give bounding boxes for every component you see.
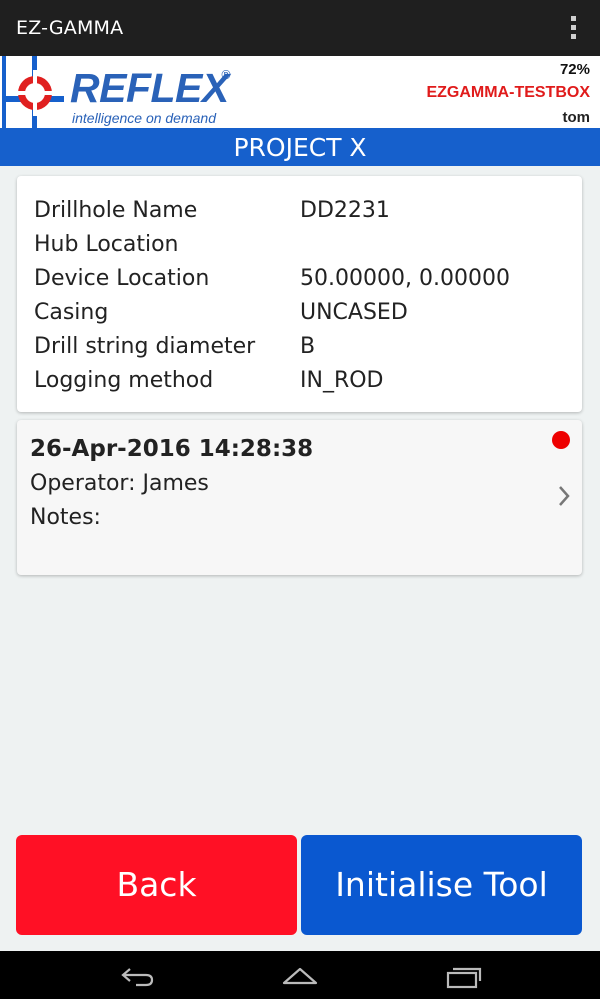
brand-header: REFLEX ® intelligence on demand 72% EZGA…	[0, 56, 600, 128]
detail-label: Hub Location	[34, 232, 179, 257]
session-operator: Operator: James	[30, 471, 209, 496]
system-nav-bar	[0, 951, 600, 999]
nav-back-icon[interactable]	[118, 963, 158, 989]
battery-level: 72%	[559, 61, 590, 78]
detail-label: Drillhole Name	[34, 198, 198, 223]
detail-value: 50.00000, 0.00000	[300, 266, 510, 291]
detail-label: Device Location	[34, 266, 210, 291]
user-name: tom	[562, 109, 591, 126]
log-session-item[interactable]: 26-Apr-2016 14:28:38 Operator: James Not…	[17, 420, 582, 575]
chevron-right-icon	[559, 486, 570, 506]
session-datetime: 26-Apr-2016 14:28:38	[30, 436, 314, 462]
logo-tagline: intelligence on demand	[72, 110, 216, 126]
logo-wordmark: REFLEX	[70, 65, 229, 111]
screen: EZ-GAMMA REFLEX ® intelligence on demand…	[0, 0, 600, 999]
detail-label: Casing	[34, 300, 109, 325]
initialise-tool-button[interactable]: Initialise Tool	[301, 835, 582, 935]
detail-value: DD2231	[300, 198, 390, 223]
more-vert-icon[interactable]	[570, 16, 578, 40]
detail-label: Drill string diameter	[34, 334, 256, 359]
reflex-logo-icon	[2, 56, 64, 128]
back-button[interactable]: Back	[16, 835, 297, 935]
status-dot-icon	[552, 431, 570, 449]
session-notes: Notes:	[30, 505, 101, 530]
project-title: PROJECT X	[0, 128, 600, 166]
detail-value: UNCASED	[300, 300, 408, 325]
nav-recents-icon[interactable]	[444, 963, 484, 989]
app-bar: EZ-GAMMA	[0, 0, 600, 56]
app-title: EZ-GAMMA	[16, 17, 124, 39]
drillhole-details-card: Drillhole Name DD2231 Hub Location Devic…	[17, 176, 582, 412]
nav-home-icon[interactable]	[280, 963, 320, 989]
registered-mark: ®	[220, 68, 232, 82]
detail-value: B	[300, 334, 316, 359]
detail-label: Logging method	[34, 368, 214, 393]
device-name: EZGAMMA-TESTBOX	[426, 84, 590, 101]
detail-value: IN_ROD	[300, 368, 384, 393]
